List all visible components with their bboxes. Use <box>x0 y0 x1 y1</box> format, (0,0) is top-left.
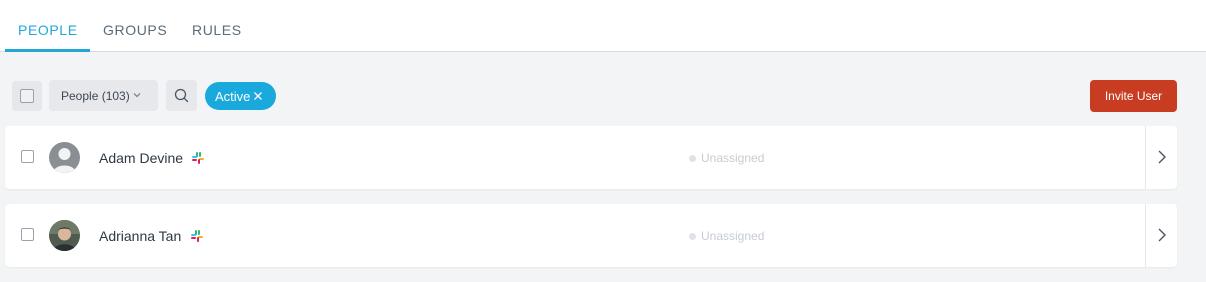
row-divider <box>1145 204 1146 267</box>
chevron-down-icon <box>133 90 141 101</box>
status-dot <box>689 154 696 162</box>
search-icon <box>174 88 189 103</box>
avatar <box>49 142 80 173</box>
slack-icon <box>192 152 204 164</box>
tab-people[interactable]: PEOPLE <box>18 22 78 38</box>
checkbox-box <box>20 89 34 103</box>
status-text: Unassigned <box>701 229 765 243</box>
select-all-checkbox[interactable] <box>12 81 42 111</box>
active-filter-label: Active <box>215 88 251 104</box>
table-row[interactable]: Adrianna Tan Unassigned <box>5 204 1177 267</box>
chevron-right-icon[interactable] <box>1157 149 1167 165</box>
chevron-right-icon[interactable] <box>1157 227 1167 243</box>
tab-bar: PEOPLE GROUPS RULES <box>0 0 1206 52</box>
row-divider <box>1145 126 1146 189</box>
tab-groups[interactable]: GROUPS <box>103 22 167 38</box>
status-badge: Unassigned <box>689 151 764 165</box>
close-icon[interactable] <box>253 89 263 104</box>
status-badge: Unassigned <box>689 229 764 243</box>
slack-icon <box>191 230 203 242</box>
user-name[interactable]: Adrianna Tan <box>99 228 181 244</box>
people-filter-dropdown[interactable]: People (103) <box>49 80 158 111</box>
table-row[interactable]: Adam Devine Unassigned <box>5 126 1177 189</box>
invite-user-button[interactable]: Invite User <box>1090 80 1177 112</box>
row-checkbox[interactable] <box>21 228 34 241</box>
active-tab-indicator <box>5 49 90 52</box>
status-text: Unassigned <box>701 151 765 165</box>
status-dot <box>689 232 696 240</box>
active-filter-chip[interactable]: Active <box>205 82 276 110</box>
search-button[interactable] <box>166 80 197 111</box>
tab-rules[interactable]: RULES <box>192 22 242 38</box>
people-filter-label: People (103) <box>61 88 130 103</box>
avatar <box>49 220 80 251</box>
user-name[interactable]: Adam Devine <box>99 150 183 166</box>
row-checkbox[interactable] <box>21 150 34 163</box>
